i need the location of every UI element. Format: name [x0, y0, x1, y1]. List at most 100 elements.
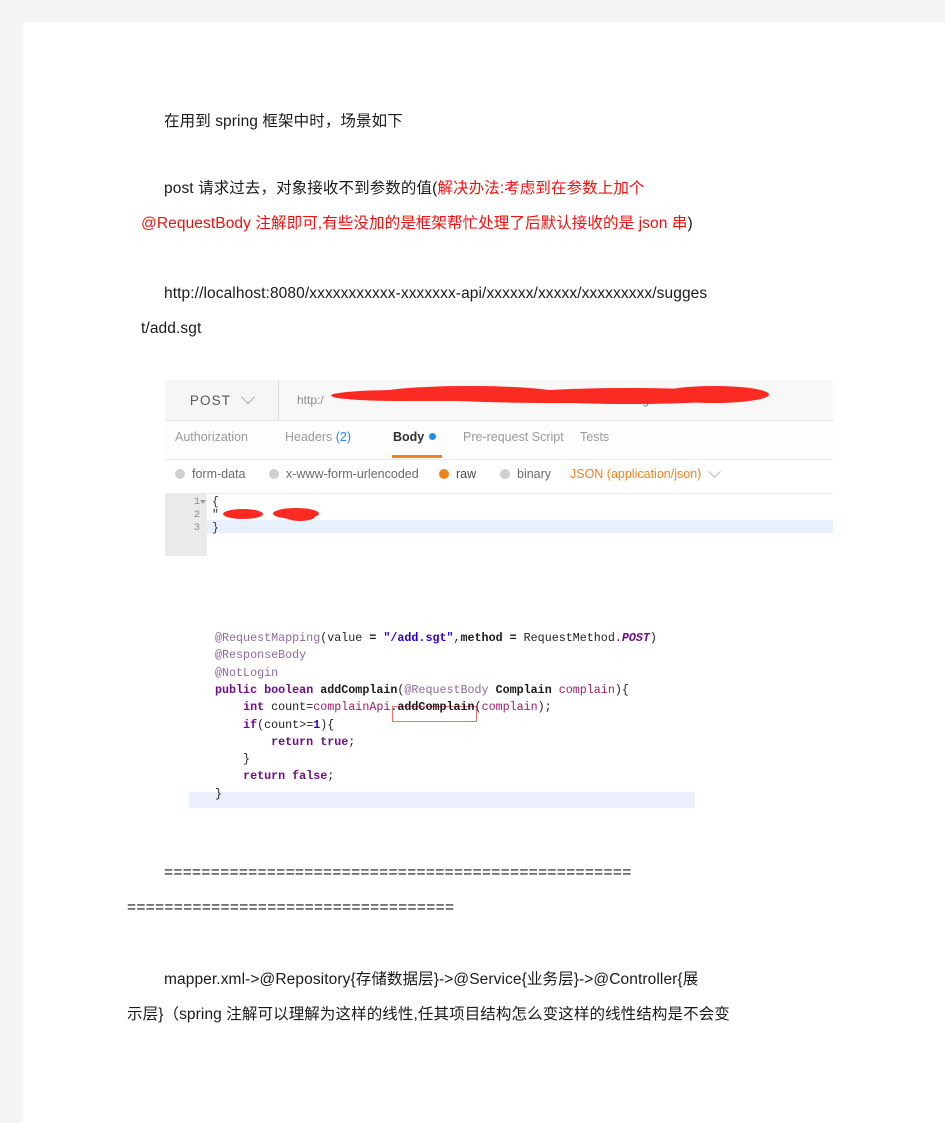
- radio-raw[interactable]: raw: [439, 467, 476, 481]
- code-line: public boolean addComplain(@RequestBody …: [215, 683, 629, 697]
- code-token: complain: [558, 682, 615, 697]
- code-token: addComplain: [397, 700, 475, 715]
- code-token: "/add.sgt": [383, 631, 454, 645]
- paragraph-intro: 在用到 spring 框架中时，场景如下: [164, 113, 403, 130]
- paragraph-solution-red: @RequestBody 注解即可,有些没加的是框架帮忙处理了后默认接收的是 j…: [141, 215, 688, 232]
- code-token: return: [243, 769, 286, 784]
- code-token: =: [502, 631, 524, 645]
- body-type-options: form-data x-www-form-urlencoded raw bina…: [165, 460, 833, 492]
- code-token: RequestMethod.: [523, 631, 622, 645]
- code-token: );: [537, 700, 552, 715]
- tab-label: Body: [393, 430, 425, 444]
- content-type-label: JSON (application/json): [570, 467, 702, 481]
- tab-authorization[interactable]: Authorization: [175, 430, 248, 444]
- request-url-line1: http://localhost:8080/xxxxxxxxxxx-xxxxxx…: [164, 285, 708, 302]
- code-token: }: [215, 786, 223, 801]
- code-token: addComplain: [320, 682, 398, 697]
- paragraph-problem-line1: post 请求过去，对象接收不到参数的值(解决办法:考虑到在参数上加个: [164, 173, 645, 204]
- tab-label: Pre-request Script: [463, 430, 564, 444]
- code-token: boolean: [264, 682, 314, 697]
- code-token: POST: [621, 631, 650, 645]
- code-line: int count=complainApi.addComplain(compla…: [215, 700, 552, 714]
- code-token: ,: [453, 631, 461, 645]
- code-line: }: [215, 752, 250, 766]
- separator-line-2: ===================================: [127, 899, 455, 916]
- java-code-screenshot: ' ' ' ' ' @RequestMapping(value = "/add.…: [165, 622, 695, 818]
- code-token: if: [243, 717, 258, 732]
- chevron-down-icon: [241, 390, 256, 405]
- code-line: @NotLogin: [215, 666, 278, 680]
- json-line-3: }: [212, 522, 219, 535]
- code-token: @ResponseBody: [215, 648, 307, 663]
- code-token: ;: [327, 769, 335, 784]
- code-line: @RequestMapping(value = "/add.sgt",metho…: [215, 631, 657, 645]
- code-token: complain: [481, 700, 538, 715]
- radio-label: binary: [517, 467, 552, 481]
- radio-x-www-form-urlencoded[interactable]: x-www-form-urlencoded: [269, 467, 419, 481]
- code-line: if(count>=1){: [215, 718, 334, 732]
- redaction-mark: [223, 509, 263, 519]
- code-token: =: [362, 631, 384, 645]
- http-method-label: POST: [189, 392, 232, 408]
- code-line: return false;: [215, 769, 334, 783]
- paragraph-problem-black: post 请求过去，对象接收不到参数的值(: [164, 180, 438, 197]
- radio-label: form-data: [192, 467, 246, 481]
- postman-screenshot: POST http://add.sgt Authorization Header…: [165, 380, 833, 596]
- tab-body[interactable]: Body: [393, 430, 437, 444]
- editor-gutter: 1 2 3: [165, 494, 207, 556]
- fold-triangle-icon[interactable]: [200, 500, 206, 504]
- active-line-highlight: [207, 520, 833, 533]
- line-number: 2: [193, 509, 200, 521]
- tab-pre-request-script[interactable]: Pre-request Script: [463, 430, 564, 444]
- json-line-1: {: [212, 496, 219, 509]
- code-active-line-highlight: [189, 792, 695, 808]
- paragraph-solution-close-paren: ): [687, 215, 693, 232]
- request-body-editor[interactable]: 1 2 3 { " }: [165, 493, 833, 556]
- tab-tests[interactable]: Tests: [580, 430, 609, 444]
- json-line-2: ": [212, 509, 219, 522]
- url-prefix: http:/: [297, 393, 324, 407]
- code-token: int: [243, 700, 265, 715]
- code-token: >=: [299, 717, 314, 732]
- radio-label: raw: [456, 467, 477, 481]
- tab-headers[interactable]: Headers (2): [285, 430, 351, 444]
- paragraph-problem-line2: @RequestBody 注解即可,有些没加的是框架帮忙处理了后默认接收的是 j…: [141, 208, 693, 239]
- code-line: return true;: [215, 735, 355, 749]
- active-tab-indicator: [392, 455, 442, 458]
- tab-label: Tests: [580, 430, 610, 444]
- code-token: ): [649, 631, 657, 645]
- radio-icon: [175, 469, 185, 479]
- code-line: }: [215, 787, 222, 801]
- code-token: true: [320, 734, 349, 749]
- paragraph-layers-line2: 示层}（spring 注解可以理解为这样的线性,任其项目结构怎么变这样的线性结构…: [127, 1006, 730, 1023]
- code-line: @ResponseBody: [215, 648, 306, 662]
- url-input-wrapper[interactable]: http://add.sgt: [279, 380, 833, 420]
- code-token: public: [215, 682, 258, 697]
- chevron-down-icon: [708, 464, 722, 478]
- code-token: ){: [614, 682, 629, 697]
- code-token: (: [474, 700, 482, 715]
- redaction-mark: [659, 386, 769, 403]
- code-token: ){: [320, 717, 335, 732]
- code-token: @RequestMapping: [215, 631, 321, 645]
- redaction-mark: [285, 512, 315, 521]
- radio-icon-selected: [439, 469, 449, 479]
- http-method-selector[interactable]: POST: [165, 380, 279, 420]
- redaction-mark: [334, 393, 534, 401]
- code-token: @NotLogin: [215, 665, 279, 680]
- radio-form-data[interactable]: form-data: [175, 467, 246, 481]
- code-token: false: [292, 769, 328, 784]
- unsaved-dot-icon: [429, 433, 437, 440]
- radio-icon: [500, 469, 510, 479]
- radio-binary[interactable]: binary: [500, 467, 551, 481]
- code-token: return: [271, 734, 314, 749]
- content-type-selector[interactable]: JSON (application/json): [570, 464, 722, 481]
- paragraph-problem-red: 解决办法:考虑到在参数上加个: [437, 180, 645, 197]
- code-token: method: [460, 631, 503, 645]
- code-token: Complain: [495, 682, 552, 697]
